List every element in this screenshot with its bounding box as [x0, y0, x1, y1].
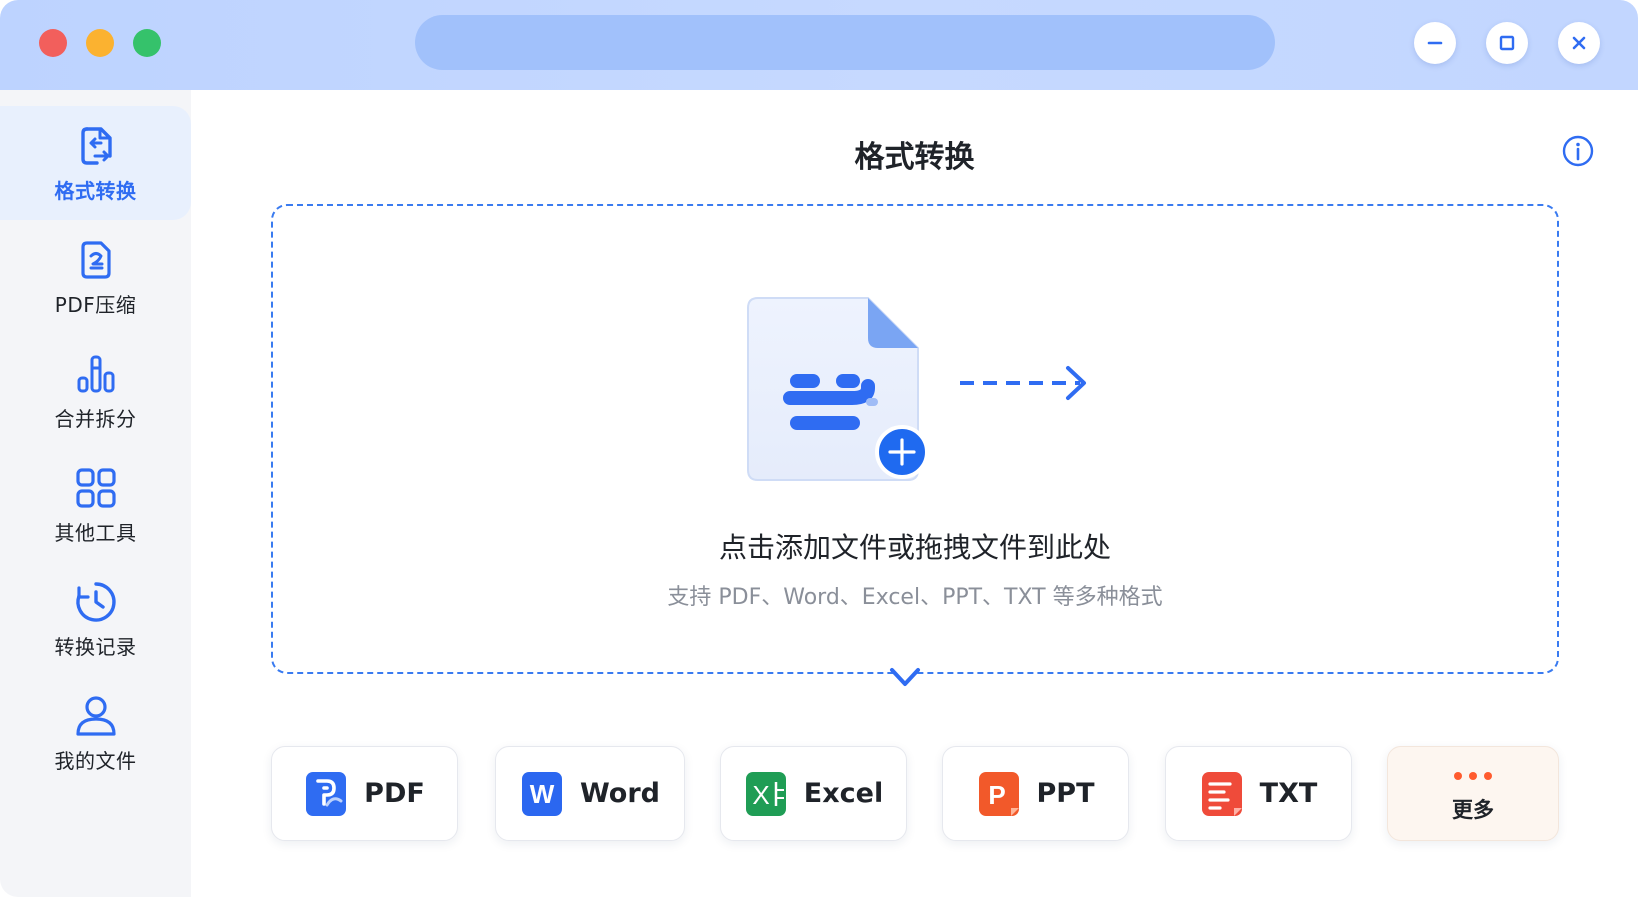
more-label: 更多: [1452, 797, 1494, 822]
format-label: Word: [579, 778, 660, 809]
format-more-button[interactable]: 更多: [1387, 746, 1559, 841]
ppt-icon: P: [978, 771, 1019, 816]
sidebar-item-format-convert[interactable]: 格式转换: [0, 106, 191, 220]
add-file-icon: [747, 297, 929, 481]
sidebar-item-my-files[interactable]: 我的文件: [0, 676, 191, 790]
minimize-button[interactable]: [1414, 22, 1456, 64]
main-panel: 格式转换 点击添加文件或拖拽文件到此处 支持 PDF、Word、Excel、PP…: [191, 90, 1638, 897]
pdf-icon: [306, 771, 347, 816]
grid-tools-icon: [75, 467, 116, 508]
sidebar-item-label: 其他工具: [54, 520, 137, 545]
excel-icon-letter: X: [752, 780, 769, 810]
sidebar-item-label: 转换记录: [54, 634, 137, 659]
format-label: TXT: [1259, 778, 1318, 809]
history-icon: [75, 581, 116, 622]
maximize-icon: [1499, 35, 1515, 51]
title-bar: [0, 0, 1638, 90]
app-window: 格式转换 PDF压缩 合并拆分 其他工具 转换记录 我的文件 格式转换 点击添加…: [0, 0, 1638, 897]
format-label: PPT: [1036, 778, 1095, 809]
format-label: Excel: [803, 778, 884, 809]
txt-icon: [1201, 771, 1242, 816]
dropzone-main-text: 点击添加文件或拖拽文件到此处: [718, 531, 1111, 564]
window-zoom-dot[interactable]: [133, 29, 161, 57]
convert-icon: [80, 126, 112, 165]
window-close-dot[interactable]: [39, 29, 67, 57]
title-search-bar[interactable]: [415, 15, 1275, 70]
info-icon[interactable]: [1561, 134, 1595, 168]
page-title: 格式转换: [854, 140, 975, 175]
close-icon: [1572, 36, 1586, 50]
compress-icon: [80, 240, 111, 279]
user-icon: [75, 695, 116, 736]
sidebar-item-label: 格式转换: [54, 178, 137, 203]
format-pdf-button[interactable]: PDF: [271, 746, 458, 841]
dropzone-pointer-icon: [890, 668, 920, 686]
sidebar-item-merge-split[interactable]: 合并拆分: [0, 334, 191, 448]
dropzone-sub-text: 支持 PDF、Word、Excel、PPT、TXT 等多种格式: [667, 585, 1163, 610]
arrow-right-icon: [960, 366, 1086, 400]
window-minimize-dot[interactable]: [86, 29, 114, 57]
close-button[interactable]: [1558, 22, 1600, 64]
sidebar-item-pdf-compress[interactable]: PDF压缩: [0, 220, 191, 334]
format-ppt-button[interactable]: P PPT: [942, 746, 1129, 841]
sidebar: 格式转换 PDF压缩 合并拆分 其他工具 转换记录 我的文件: [0, 90, 191, 897]
sidebar-item-other-tools[interactable]: 其他工具: [0, 448, 191, 562]
file-drop-zone[interactable]: 点击添加文件或拖拽文件到此处 支持 PDF、Word、Excel、PPT、TXT…: [271, 204, 1559, 674]
ppt-icon-letter: P: [988, 780, 1005, 810]
more-dots-icon: [1454, 771, 1492, 780]
minimize-icon: [1427, 41, 1443, 45]
excel-icon: X: [745, 771, 786, 816]
format-txt-button[interactable]: TXT: [1165, 746, 1352, 841]
sidebar-item-label: 合并拆分: [54, 406, 137, 431]
maximize-button[interactable]: [1486, 22, 1528, 64]
word-icon: W: [521, 771, 562, 816]
word-icon-letter: W: [530, 779, 555, 809]
merge-split-icon: [77, 355, 114, 392]
format-label: PDF: [364, 778, 425, 809]
sidebar-item-label: PDF压缩: [54, 292, 137, 317]
sidebar-item-label: 我的文件: [54, 748, 137, 773]
format-excel-button[interactable]: X Excel: [720, 746, 907, 841]
sidebar-item-history[interactable]: 转换记录: [0, 562, 191, 676]
format-word-button[interactable]: W Word: [495, 746, 685, 841]
